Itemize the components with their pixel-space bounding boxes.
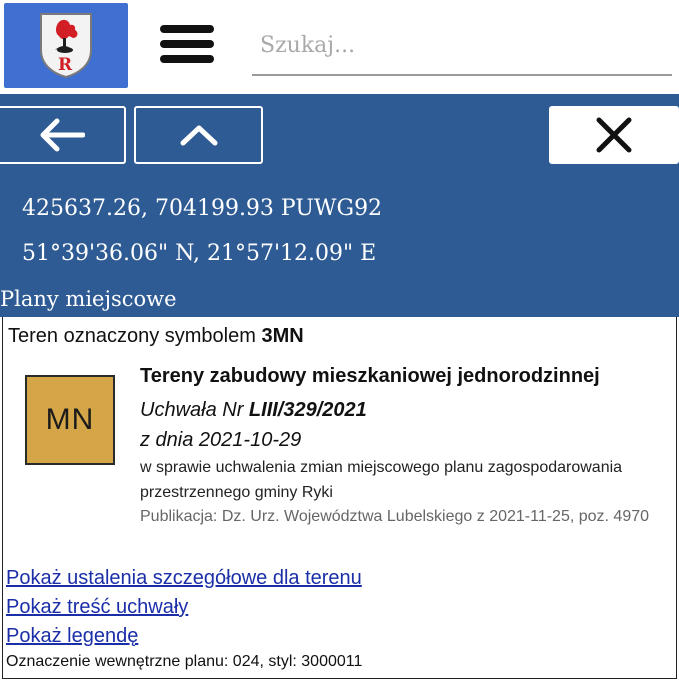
coordinates-puwg: 425637.26, 704199.93 PUWG92 (22, 196, 383, 221)
resolution-description: w sprawie uchwalenia zmian miejscowego p… (140, 459, 623, 501)
coordinates-wgs: 51°39'36.06" N, 21°57'12.09" E (22, 241, 377, 266)
close-icon (596, 117, 632, 153)
location-panel: 425637.26, 704199.93 PUWG92 51°39'36.06"… (0, 94, 679, 317)
show-legend-link[interactable]: Pokaż legendę (6, 625, 138, 648)
area-title: Tereny zabudowy mieszkaniowej jednorodzi… (140, 365, 600, 387)
area-symbol: 3MN (261, 325, 304, 347)
show-resolution-text-link[interactable]: Pokaż treść uchwały (6, 596, 188, 619)
plan-info-card: Teren oznaczony symbolem 3MN MN Tereny z… (2, 317, 677, 679)
resolution-date: z dnia 2021-10-29 (140, 429, 302, 451)
close-button[interactable] (549, 106, 679, 164)
zone-badge: MN (25, 375, 115, 465)
hamburger-menu-icon (160, 25, 214, 33)
section-title: Plany miejscowe (0, 287, 177, 311)
collapse-button[interactable] (134, 106, 263, 164)
resolution-number: Uchwała Nr LIII/329/2021 (140, 399, 367, 421)
svg-text:R: R (58, 55, 73, 75)
top-bar: R (0, 0, 679, 92)
back-button[interactable] (0, 106, 126, 164)
arrow-left-icon (40, 118, 85, 152)
show-detailed-provisions-link[interactable]: Pokaż ustalenia szczegółowe dla terenu (6, 567, 362, 590)
coat-of-arms-icon: R (40, 13, 92, 78)
logo-button[interactable]: R (4, 3, 128, 88)
chevron-up-icon (180, 125, 217, 146)
zone-badge-label: MN (45, 403, 95, 436)
card-header: Teren oznaczony symbolem 3MN (8, 325, 304, 347)
menu-button[interactable] (160, 25, 214, 65)
internal-designation: Oznaczenie wewnętrzne planu: 024, styl: … (6, 653, 363, 670)
publication-info: Publikacja: Dz. Urz. Województwa Lubelsk… (140, 508, 650, 525)
search-input[interactable] (252, 16, 672, 76)
